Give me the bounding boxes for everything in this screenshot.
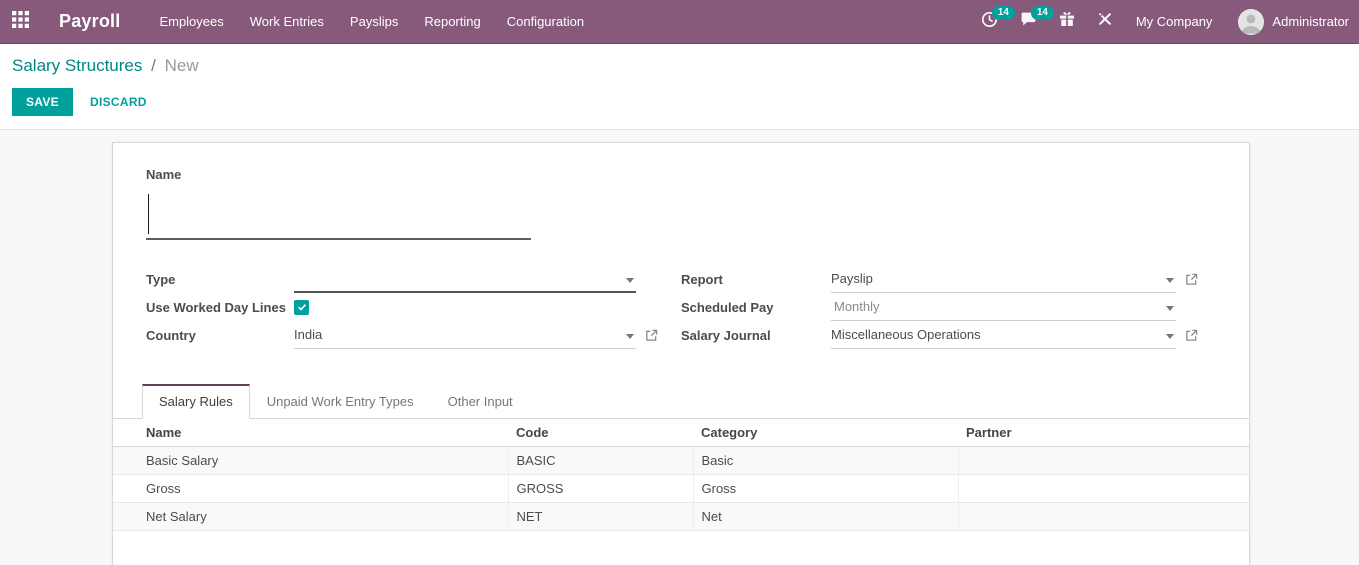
cell-partner[interactable] (957, 502, 1249, 531)
tools-icon (1097, 11, 1113, 32)
menu-item-configuration[interactable]: Configuration (494, 0, 597, 43)
chevron-down-icon[interactable] (1166, 277, 1174, 283)
cell-category[interactable]: Gross (692, 474, 958, 503)
content-area: Name Type Use Worked Day Lines Country I… (0, 130, 1359, 565)
report-external-link-icon[interactable] (1185, 273, 1198, 286)
form-sheet: Name Type Use Worked Day Lines Country I… (112, 142, 1250, 565)
report-label: Report (681, 272, 723, 287)
column-header-name[interactable]: Name (113, 419, 508, 447)
country-external-link-icon[interactable] (645, 329, 658, 342)
field-row-scheduled-pay: Scheduled Pay Monthly (681, 294, 1201, 321)
table-row[interactable]: Net Salary NET Net (113, 502, 1249, 531)
menu-item-reporting[interactable]: Reporting (411, 0, 493, 43)
field-grid: Type Use Worked Day Lines Country India … (146, 266, 1216, 350)
field-column-left: Type Use Worked Day Lines Country India (146, 266, 658, 350)
gift-icon (1059, 11, 1075, 32)
app-title: Payroll (59, 11, 121, 31)
breadcrumb-separator: / (151, 56, 156, 75)
menu-item-work-entries[interactable]: Work Entries (237, 0, 337, 43)
column-header-code[interactable]: Code (508, 419, 693, 447)
cell-partner[interactable] (957, 474, 1249, 503)
chevron-down-icon[interactable] (626, 277, 634, 283)
cell-name[interactable]: Gross (113, 474, 508, 503)
breadcrumb: Salary Structures / New (12, 53, 1359, 79)
control-panel-buttons: SAVE DISCARD (12, 88, 1359, 116)
use-worked-day-lines-label: Use Worked Day Lines (146, 300, 286, 315)
cell-code[interactable]: NET (507, 502, 693, 531)
main-menu: Employees Work Entries Payslips Reportin… (146, 0, 597, 43)
cell-code[interactable]: GROSS (507, 474, 693, 503)
scheduled-pay-select[interactable]: Monthly (831, 295, 1176, 321)
text-cursor (148, 194, 149, 234)
chevron-down-icon[interactable] (1166, 333, 1174, 339)
top-navbar: Payroll Employees Work Entries Payslips … (0, 0, 1359, 44)
company-switcher[interactable]: My Company (1124, 14, 1225, 29)
salary-journal-external-link-icon[interactable] (1185, 329, 1198, 342)
menu-item-payslips[interactable]: Payslips (337, 0, 411, 43)
menu-item-employees[interactable]: Employees (146, 0, 236, 43)
country-label: Country (146, 328, 196, 343)
field-row-salary-journal: Salary Journal Miscellaneous Operations (681, 322, 1201, 349)
breadcrumb-current: New (164, 56, 199, 75)
apps-menu-button[interactable] (0, 0, 41, 43)
save-button[interactable]: SAVE (12, 88, 73, 116)
breadcrumb-parent-link[interactable]: Salary Structures (12, 56, 142, 75)
user-menu[interactable]: Administrator (1224, 8, 1359, 35)
field-row-report: Report Payslip (681, 266, 1201, 293)
apps-grid-icon (12, 10, 29, 33)
table-header-row: Name Code Category Partner (113, 419, 1249, 447)
discard-button[interactable]: DISCARD (90, 95, 147, 109)
type-label: Type (146, 272, 176, 287)
salary-rules-table: Name Code Category Partner Basic Salary … (113, 419, 1249, 531)
avatar (1238, 8, 1265, 35)
control-panel: Salary Structures / New SAVE DISCARD (0, 44, 1359, 130)
rewards-button[interactable] (1048, 0, 1086, 43)
cell-category[interactable]: Basic (692, 446, 958, 475)
country-select[interactable]: India (294, 323, 636, 349)
report-select[interactable]: Payslip (831, 267, 1176, 293)
salary-journal-select[interactable]: Miscellaneous Operations (831, 323, 1176, 349)
cell-partner[interactable] (957, 446, 1249, 475)
field-column-right: Report Payslip Scheduled Pay Monthly Sal… (681, 266, 1201, 350)
messages-button[interactable]: 14 (1009, 0, 1054, 43)
name-field-label: Name (146, 167, 182, 182)
type-select[interactable] (294, 267, 636, 293)
field-row-use-worked-day-lines: Use Worked Day Lines (146, 294, 636, 321)
scheduled-pay-label: Scheduled Pay (681, 300, 774, 315)
use-worked-day-lines-checkbox[interactable] (294, 300, 309, 315)
cell-name[interactable]: Net Salary (113, 502, 508, 531)
field-row-type: Type (146, 266, 636, 293)
tools-button[interactable] (1086, 0, 1124, 43)
table-row[interactable]: Basic Salary BASIC Basic (113, 446, 1249, 475)
tab-unpaid-work-entry-types[interactable]: Unpaid Work Entry Types (250, 385, 431, 419)
activities-button[interactable]: 14 (970, 0, 1015, 43)
column-header-partner[interactable]: Partner (958, 419, 1249, 447)
chevron-down-icon[interactable] (1166, 305, 1174, 311)
tab-salary-rules[interactable]: Salary Rules (142, 384, 250, 419)
notebook: Salary Rules Unpaid Work Entry Types Oth… (113, 384, 1249, 531)
cell-code[interactable]: BASIC (507, 446, 693, 475)
cell-name[interactable]: Basic Salary (113, 446, 508, 475)
tab-strip: Salary Rules Unpaid Work Entry Types Oth… (113, 384, 1249, 419)
name-field-block: Name (146, 167, 1216, 240)
check-icon (297, 299, 307, 317)
column-header-category[interactable]: Category (693, 419, 958, 447)
user-name: Administrator (1272, 14, 1349, 29)
tab-other-input[interactable]: Other Input (431, 385, 530, 419)
cell-category[interactable]: Net (692, 502, 958, 531)
name-input[interactable] (146, 191, 531, 240)
systray: 14 14 My Company Administrator (970, 0, 1359, 43)
table-row[interactable]: Gross GROSS Gross (113, 474, 1249, 503)
chevron-down-icon[interactable] (626, 333, 634, 339)
field-row-country: Country India (146, 322, 658, 349)
salary-journal-label: Salary Journal (681, 328, 771, 343)
